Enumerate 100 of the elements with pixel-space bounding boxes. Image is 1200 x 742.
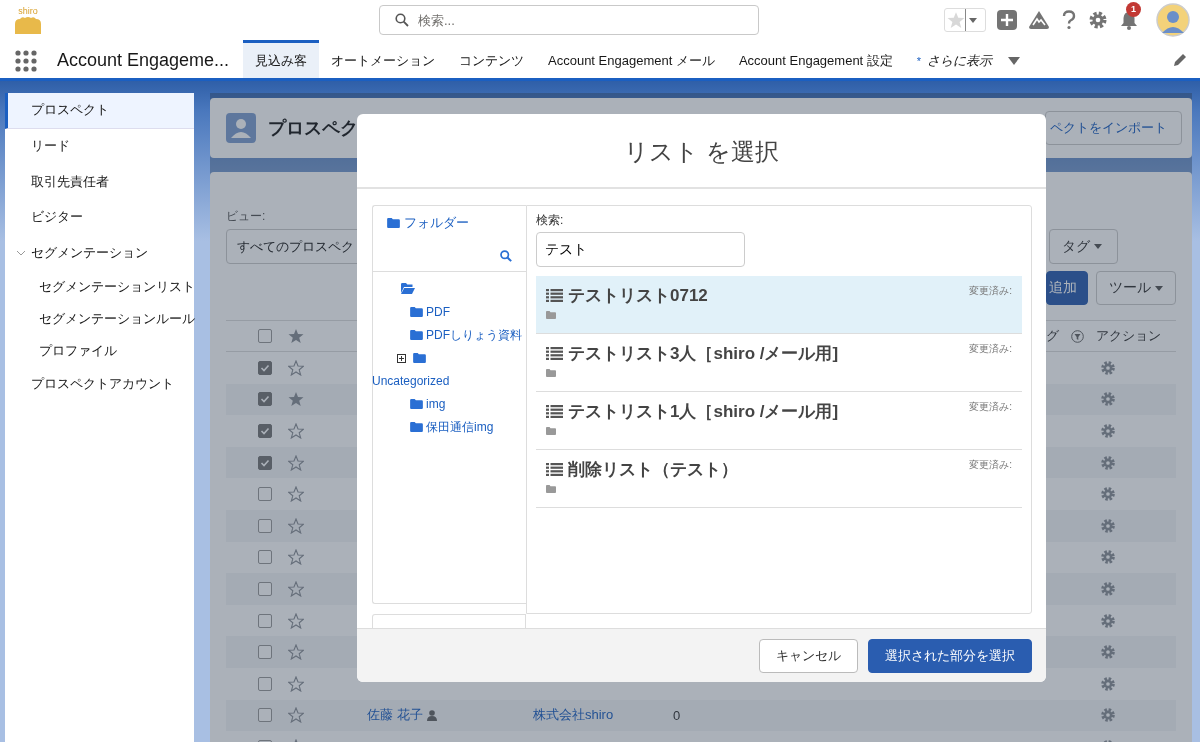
nav-tab[interactable]: * さらに表示 bbox=[904, 40, 1033, 78]
open-folder-icon[interactable] bbox=[401, 283, 415, 294]
app-launcher-icon[interactable] bbox=[15, 50, 37, 72]
folder-link[interactable]: PDFしりょう資料 bbox=[426, 328, 522, 342]
folder-link[interactable]: img bbox=[426, 397, 446, 411]
star-outline-icon[interactable] bbox=[288, 486, 304, 503]
gear-icon[interactable] bbox=[1100, 580, 1116, 597]
star-outline-icon[interactable] bbox=[288, 423, 304, 439]
folder-link[interactable]: PDF bbox=[426, 305, 450, 319]
nav-tab[interactable]: Account Engagement メール bbox=[536, 40, 727, 78]
modified-label: 変更済み: bbox=[969, 284, 1012, 298]
settings-icon[interactable] bbox=[1088, 10, 1108, 30]
row-checkbox[interactable] bbox=[258, 708, 272, 723]
row-checkbox[interactable] bbox=[258, 424, 272, 438]
star-icon[interactable] bbox=[288, 391, 304, 408]
sidebar-item[interactable]: プロファイル bbox=[5, 334, 194, 367]
select-all-checkbox[interactable] bbox=[258, 329, 272, 343]
row-checkbox[interactable] bbox=[258, 518, 272, 533]
list-name: テストリスト1人［shiro /メール用] bbox=[568, 401, 839, 423]
star-outline-icon[interactable] bbox=[288, 580, 304, 597]
folder-icon bbox=[410, 330, 423, 340]
gear-icon[interactable] bbox=[1100, 644, 1116, 661]
list-item[interactable]: 削除リスト（テスト） 変更済み: bbox=[536, 450, 1022, 508]
folders-link[interactable]: フォルダー bbox=[387, 214, 516, 232]
folder-link[interactable]: 保田通信img bbox=[426, 420, 494, 434]
gear-icon[interactable] bbox=[1100, 391, 1116, 408]
column-header: グ bbox=[1046, 327, 1059, 345]
gear-icon[interactable] bbox=[1100, 675, 1116, 692]
add-icon[interactable] bbox=[997, 10, 1017, 30]
sidebar-item[interactable]: リード bbox=[5, 128, 194, 164]
row-checkbox[interactable] bbox=[258, 581, 272, 596]
star-outline-icon[interactable] bbox=[288, 549, 304, 566]
nav-tab[interactable]: オートメーション bbox=[319, 40, 447, 78]
prospect-name[interactable]: 佐藤 花子 bbox=[367, 706, 423, 725]
folder-icon bbox=[413, 353, 426, 363]
row-checkbox[interactable] bbox=[258, 487, 272, 502]
folder-icon bbox=[546, 427, 556, 435]
star-icon[interactable] bbox=[288, 328, 304, 344]
list-icon bbox=[546, 289, 563, 302]
avatar-icon[interactable] bbox=[1156, 3, 1190, 37]
add-button[interactable]: 追加 bbox=[1046, 271, 1088, 305]
search-field[interactable]: テスト bbox=[536, 232, 745, 267]
sidebar-item[interactable]: セグメンテーション bbox=[5, 235, 194, 271]
check-icon bbox=[260, 394, 270, 405]
favorites-button[interactable] bbox=[944, 8, 986, 32]
row-checkbox[interactable] bbox=[258, 455, 272, 470]
expand-icon[interactable] bbox=[397, 354, 406, 363]
gear-icon[interactable] bbox=[1100, 359, 1116, 376]
sidebar-item[interactable]: プロスペクト bbox=[5, 93, 194, 129]
row-checkbox[interactable] bbox=[258, 550, 272, 565]
cancel-button[interactable]: キャンセル bbox=[759, 638, 858, 673]
sidebar-item[interactable]: セグメンテーションリスト bbox=[5, 270, 194, 303]
star-outline-icon[interactable] bbox=[288, 359, 304, 376]
select-button[interactable]: 選択された部分を選択 bbox=[868, 638, 1032, 673]
star-outline-icon[interactable] bbox=[288, 612, 304, 629]
list-item[interactable]: テストリスト3人［shiro /メール用] 変更済み: bbox=[536, 334, 1022, 392]
folder-icon bbox=[410, 307, 423, 317]
nav-tab[interactable]: 見込み客 bbox=[243, 40, 319, 78]
star-outline-icon[interactable] bbox=[288, 707, 304, 724]
list-icon bbox=[546, 463, 563, 476]
gear-icon[interactable] bbox=[1100, 517, 1116, 534]
gear-icon[interactable] bbox=[1100, 423, 1116, 439]
sidebar-item[interactable]: プロスペクトアカウント bbox=[5, 366, 194, 402]
nav-tab[interactable]: Account Engagement 設定 bbox=[726, 40, 905, 78]
nav-tab[interactable]: コンテンツ bbox=[447, 40, 536, 78]
row-checkbox[interactable] bbox=[258, 360, 272, 375]
row-checkbox[interactable] bbox=[258, 392, 272, 407]
list-item[interactable]: テストリスト0712 変更済み: bbox=[536, 276, 1022, 334]
sidebar-item[interactable]: ビジター bbox=[5, 199, 194, 235]
mountain-icon[interactable] bbox=[1028, 10, 1050, 30]
tools-button[interactable]: ツール bbox=[1096, 271, 1176, 305]
gear-icon[interactable] bbox=[1100, 612, 1116, 629]
gear-icon[interactable] bbox=[1100, 707, 1116, 724]
folder-icon bbox=[546, 485, 556, 493]
search-icon[interactable] bbox=[500, 250, 512, 262]
star-outline-icon[interactable] bbox=[288, 675, 304, 692]
company-link[interactable]: 株式会社shiro bbox=[533, 706, 673, 725]
gear-icon[interactable] bbox=[1100, 454, 1116, 471]
help-icon[interactable] bbox=[1061, 10, 1077, 30]
list-item[interactable]: テストリスト1人［shiro /メール用] 変更済み: bbox=[536, 392, 1022, 450]
gear-icon[interactable] bbox=[1100, 486, 1116, 503]
caret-icon bbox=[1155, 285, 1163, 291]
sidebar-item[interactable]: セグメンテーションルール bbox=[5, 302, 194, 335]
gear-icon[interactable] bbox=[1100, 549, 1116, 566]
row-checkbox[interactable] bbox=[258, 613, 272, 628]
folder-icon bbox=[410, 422, 423, 432]
search-field[interactable]: 検索... bbox=[379, 5, 759, 35]
import-button[interactable]: ペクトをインポート bbox=[1045, 111, 1182, 145]
star-outline-icon[interactable] bbox=[288, 517, 304, 534]
edit-icon[interactable] bbox=[1172, 52, 1188, 68]
row-checkbox[interactable] bbox=[258, 676, 272, 691]
page-title: プロスペク bbox=[268, 117, 358, 140]
filter-icon[interactable] bbox=[1071, 329, 1084, 343]
sidebar-item[interactable]: 取引先責任者 bbox=[5, 164, 194, 200]
star-outline-icon[interactable] bbox=[288, 454, 304, 471]
mascot-icon bbox=[13, 16, 43, 34]
tag-button[interactable]: タグ bbox=[1049, 229, 1118, 264]
folder-link[interactable]: Uncategorized bbox=[372, 370, 520, 393]
row-checkbox[interactable] bbox=[258, 645, 272, 660]
star-outline-icon[interactable] bbox=[288, 644, 304, 661]
